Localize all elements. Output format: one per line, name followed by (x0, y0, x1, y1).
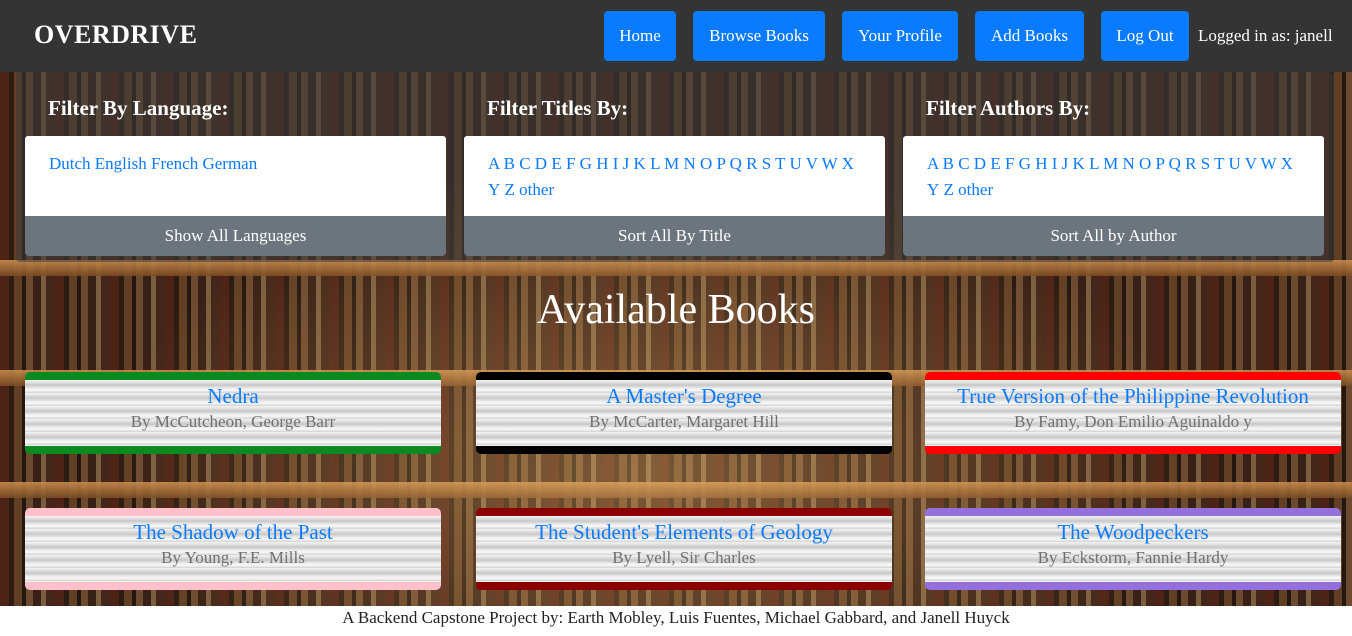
filter-language-title: Filter By Language: (48, 96, 229, 120)
title-letter-link[interactable]: T (775, 154, 785, 173)
book-author: By Lyell, Sir Charles (612, 548, 756, 567)
author-letter-link[interactable]: S (1201, 154, 1210, 173)
author-letter-link[interactable]: Y (927, 180, 939, 199)
language-link-english[interactable]: English (95, 154, 147, 173)
author-letter-link[interactable]: H (1035, 154, 1047, 173)
filter-titles-title: Filter Titles By: (487, 96, 629, 120)
title-letter-link[interactable]: R (746, 154, 757, 173)
title-letter-link[interactable]: M (664, 154, 679, 173)
title-letter-link[interactable]: S (762, 154, 771, 173)
title-letter-link[interactable]: Q (730, 154, 742, 173)
author-letter-link[interactable]: B (943, 154, 954, 173)
book-title-link[interactable]: Nedra (25, 384, 441, 409)
author-letter-link[interactable]: Z (944, 180, 954, 199)
book-card[interactable]: A Master's Degree By McCarter, Margaret … (476, 372, 892, 454)
author-letter-link[interactable]: F (1005, 154, 1014, 173)
book-author: By McCutcheon, George Barr (130, 412, 336, 431)
author-letter-link[interactable]: D (974, 154, 986, 173)
author-letter-link[interactable]: other (958, 180, 993, 199)
author-letter-link[interactable]: E (990, 154, 1000, 173)
logged-in-status: Logged in as: janell (1198, 26, 1333, 45)
author-letter-link[interactable]: X (1281, 154, 1293, 173)
title-letter-link[interactable]: X (842, 154, 854, 173)
language-link-german[interactable]: German (202, 154, 257, 173)
author-letter-link[interactable]: O (1139, 154, 1151, 173)
title-letter-link[interactable]: J (623, 154, 630, 173)
title-letter-link[interactable]: W (822, 154, 838, 173)
sort-all-by-title-button[interactable]: Sort All By Title (464, 216, 885, 256)
title-letter-link[interactable]: F (566, 154, 575, 173)
book-title-link[interactable]: A Master's Degree (476, 384, 892, 409)
book-title-link[interactable]: The Woodpeckers (925, 520, 1341, 545)
language-link-dutch[interactable]: Dutch (49, 154, 91, 173)
title-letter-link[interactable]: I (613, 154, 619, 173)
title-letter-link[interactable]: C (519, 154, 530, 173)
title-letter-link[interactable]: L (650, 154, 660, 173)
page-title: Available Books (536, 287, 815, 333)
log-out-button[interactable]: Log Out (1101, 11, 1189, 61)
title-letter-link[interactable]: P (717, 154, 726, 173)
add-books-button[interactable]: Add Books (975, 11, 1084, 61)
author-letter-link[interactable]: T (1214, 154, 1224, 173)
author-letter-link[interactable]: N (1122, 154, 1134, 173)
author-letter-link[interactable]: R (1185, 154, 1196, 173)
book-card[interactable]: The Student's Elements of Geology By Lye… (476, 508, 892, 590)
sort-all-by-author-button[interactable]: Sort All by Author (903, 216, 1324, 256)
author-letter-link[interactable]: U (1228, 154, 1240, 173)
browse-books-button[interactable]: Browse Books (693, 11, 825, 61)
title-letter-link[interactable]: V (806, 154, 818, 173)
book-card[interactable]: The Shadow of the Past By Young, F.E. Mi… (25, 508, 441, 590)
title-letter-link[interactable]: K (634, 154, 646, 173)
book-card[interactable]: The Woodpeckers By Eckstorm, Fannie Hard… (925, 508, 1341, 590)
language-filter-list: Dutch English French German (25, 136, 446, 216)
title-letter-link[interactable]: B (504, 154, 515, 173)
your-profile-button[interactable]: Your Profile (842, 11, 958, 61)
book-card[interactable]: True Version of the Philippine Revolutio… (925, 372, 1341, 454)
title-letter-link[interactable]: Y (488, 180, 500, 199)
book-title-link[interactable]: The Student's Elements of Geology (476, 520, 892, 545)
title-letter-link[interactable]: A (488, 154, 499, 173)
title-letter-link[interactable]: D (535, 154, 547, 173)
author-letter-link[interactable]: P (1156, 154, 1165, 173)
title-letter-list: A B C D E F G H I J K L M N O P Q R S T … (464, 136, 885, 216)
title-letter-link[interactable]: other (519, 180, 554, 199)
home-button[interactable]: Home (604, 11, 676, 61)
book-author: By McCarter, Margaret Hill (589, 412, 779, 431)
title-letter-link[interactable]: Z (505, 180, 515, 199)
title-letter-link[interactable]: U (789, 154, 801, 173)
book-author: By Eckstorm, Fannie Hardy (1037, 548, 1229, 567)
author-letter-link[interactable]: Q (1169, 154, 1181, 173)
filter-authors-title: Filter Authors By: (926, 96, 1091, 120)
author-letter-link[interactable]: W (1261, 154, 1277, 173)
author-letter-link[interactable]: L (1089, 154, 1099, 173)
author-letter-link[interactable]: J (1062, 154, 1069, 173)
title-letter-link[interactable]: E (551, 154, 561, 173)
title-letter-link[interactable]: H (596, 154, 608, 173)
author-letter-list: A B C D E F G H I J K L M N O P Q R S T … (903, 136, 1324, 216)
author-letter-link[interactable]: A (927, 154, 938, 173)
show-all-languages-button[interactable]: Show All Languages (25, 216, 446, 256)
author-letter-link[interactable]: V (1245, 154, 1257, 173)
footer-credits: A Backend Capstone Project by: Earth Mob… (0, 606, 1352, 636)
author-letter-link[interactable]: K (1073, 154, 1085, 173)
book-title-link[interactable]: The Shadow of the Past (25, 520, 441, 545)
author-letter-link[interactable]: I (1052, 154, 1058, 173)
book-author: By Young, F.E. Mills (161, 548, 305, 567)
title-letter-link[interactable]: N (683, 154, 695, 173)
author-letter-link[interactable]: M (1103, 154, 1118, 173)
book-card[interactable]: Nedra By McCutcheon, George Barr (25, 372, 441, 454)
navbar: OVERDRIVE Home Browse Books Your Profile… (0, 0, 1352, 72)
author-letter-link[interactable]: G (1019, 154, 1031, 173)
title-letter-link[interactable]: O (700, 154, 712, 173)
title-letter-link[interactable]: G (580, 154, 592, 173)
author-letter-link[interactable]: C (958, 154, 969, 173)
book-author: By Famy, Don Emilio Aguinaldo y (1014, 412, 1252, 431)
book-title-link[interactable]: True Version of the Philippine Revolutio… (925, 384, 1341, 409)
language-link-french[interactable]: French (151, 154, 198, 173)
brand-logo[interactable]: OVERDRIVE (34, 20, 197, 50)
